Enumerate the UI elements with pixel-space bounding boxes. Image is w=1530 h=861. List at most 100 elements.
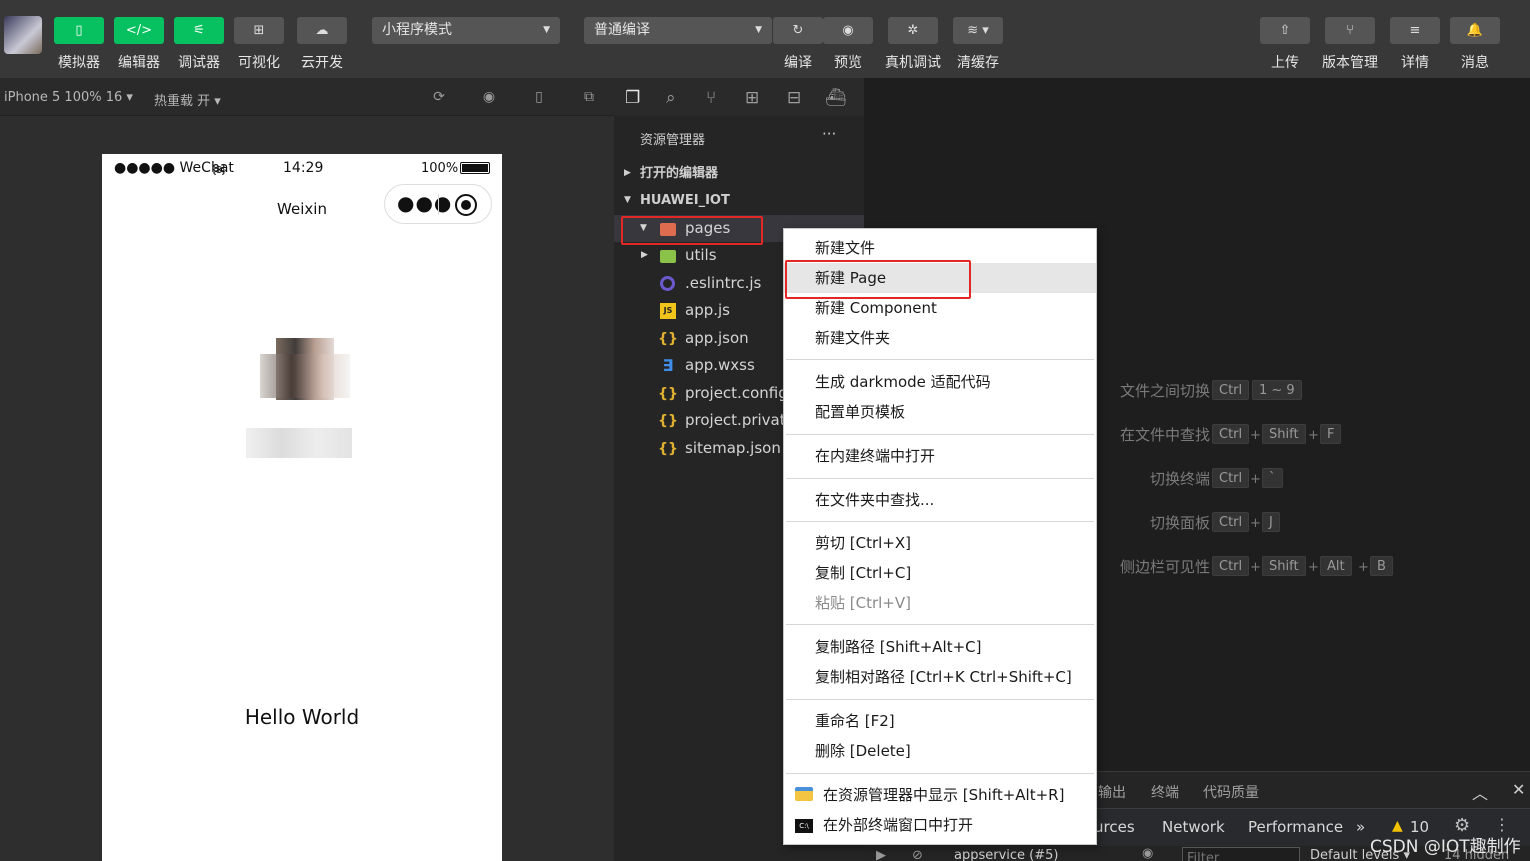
messages-button[interactable]: 🔔 <box>1450 17 1500 44</box>
editor-toggle-button[interactable]: </> <box>114 17 164 44</box>
caret-down-icon: ▼ <box>755 25 762 35</box>
menu-reveal-in-explorer[interactable]: 在资源管理器中显示 [Shift+Alt+R] <box>784 780 1096 810</box>
chevron-right-icon: ▶ <box>641 250 648 260</box>
menu-open-external-terminal[interactable]: 在外部终端窗口中打开 <box>784 810 1096 840</box>
key-backtick: ` <box>1262 468 1283 488</box>
files-icon[interactable]: ❐ <box>625 88 640 108</box>
close-capsule-icon[interactable] <box>455 194 477 216</box>
key-ctrl: Ctrl <box>1212 468 1250 488</box>
key-ctrl: Ctrl <box>1212 556 1250 576</box>
key-ctrl: Ctrl <box>1212 424 1250 444</box>
more-dots-icon[interactable]: ●●● <box>397 191 452 215</box>
key-j: J <box>1262 512 1280 532</box>
menu-paste: 粘贴 [Ctrl+V] <box>815 594 911 612</box>
debugger-toggle-button[interactable]: ⚟ <box>174 17 224 44</box>
menu-copy-relative-path[interactable]: 复制相对路径 [Ctrl+K Ctrl+Shift+C] <box>784 662 1096 692</box>
menu-copy[interactable]: 复制 [Ctrl+C] <box>784 558 1096 588</box>
highlight-pages-box <box>621 216 763 245</box>
compile-button[interactable]: ↻ <box>773 17 823 44</box>
hint-sidebar-visibility: 侧边栏可见性 <box>1119 558 1210 576</box>
tab-sources[interactable]: urces <box>1094 818 1135 836</box>
remote-debug-label: 真机调试 <box>885 55 941 71</box>
chevron-right-icon: ▶ <box>624 168 631 178</box>
hint-find-in-files: 在文件中查找 <box>1119 426 1210 444</box>
explorer-title: 资源管理器 <box>640 133 706 148</box>
menu-cut[interactable]: 剪切 [Ctrl+X] <box>784 528 1096 558</box>
sliders-icon: ⚟ <box>193 23 205 38</box>
remote-debug-button[interactable]: ✲ <box>888 17 938 44</box>
folder-icon <box>660 250 676 263</box>
hint-toggle-terminal: 切换终端 <box>1149 470 1210 488</box>
record-icon[interactable]: ◉ <box>481 89 497 105</box>
preview-label: 预览 <box>834 55 862 71</box>
simulator-toggle-button[interactable]: ▯ <box>54 17 104 44</box>
menu-find-in-folder[interactable]: 在文件夹中查找... <box>784 485 1096 515</box>
cloud-dev-button[interactable]: ☁ <box>297 17 347 44</box>
simulator-toolbar: iPhone 5 100% 16 ▾ 热重载 开 ▾ ⟳ ◉ ▯ ⧉ <box>0 78 614 116</box>
filter-input[interactable] <box>1182 847 1300 861</box>
details-button[interactable]: ≡ <box>1390 17 1440 44</box>
menu-open-terminal[interactable]: 在内建终端中打开 <box>784 441 1096 471</box>
explorer-more-icon[interactable]: ··· <box>822 125 836 143</box>
tab-performance[interactable]: Performance <box>1248 818 1343 836</box>
menu-delete[interactable]: 删除 [Delete] <box>784 736 1096 766</box>
hint-toggle-panel: 切换面板 <box>1149 514 1210 532</box>
eye-icon: ◉ <box>842 23 854 38</box>
sidebar-toggle-icon[interactable]: ▶ <box>876 848 886 861</box>
json-file-icon: {} <box>658 386 678 402</box>
cloud-icon: ☁ <box>315 23 329 38</box>
key-f: F <box>1320 424 1342 444</box>
tab-output[interactable]: 输出 <box>1098 782 1126 802</box>
menu-copy-path[interactable]: 复制路径 [Shift+Alt+C] <box>784 632 1096 662</box>
menu-new-file[interactable]: 新建文件 <box>784 233 1096 263</box>
open-editors-section[interactable]: ▶ 打开的编辑器 <box>614 160 864 187</box>
preview-button[interactable]: ◉ <box>823 17 873 44</box>
extensions-icon[interactable]: ⊞ <box>745 88 759 108</box>
tab-code-quality[interactable]: 代码质量 <box>1203 782 1259 802</box>
tab-network[interactable]: Network <box>1162 818 1225 836</box>
capsule-menu[interactable]: ●●● <box>384 184 492 224</box>
upload-button[interactable]: ⇧ <box>1260 17 1310 44</box>
storage-icon[interactable]: ⊟ <box>787 88 801 108</box>
menu-new-folder[interactable]: 新建文件夹 <box>784 323 1096 353</box>
eye-icon[interactable]: ◉ <box>1142 846 1153 861</box>
close-icon[interactable]: ✕ <box>1512 780 1525 799</box>
hot-reload-select[interactable]: 热重载 开 ▾ <box>154 90 221 109</box>
clear-cache-button[interactable]: ≋ ▾ <box>953 17 1003 44</box>
version-button[interactable]: ⑂ <box>1325 17 1375 44</box>
menu-rename[interactable]: 重命名 [F2] <box>784 706 1096 736</box>
device-select[interactable]: iPhone 5 100% 16 ▾ <box>4 90 133 105</box>
json-file-icon: {} <box>658 331 678 347</box>
messages-label: 消息 <box>1461 55 1489 71</box>
project-section[interactable]: ▼ HUAWEI_IOT <box>614 187 864 214</box>
popout-icon[interactable]: ⧉ <box>581 89 597 105</box>
phone-icon[interactable]: ▯ <box>531 89 547 105</box>
battery-icon <box>460 162 490 174</box>
git-icon[interactable]: ⑂ <box>706 88 716 108</box>
visual-toggle-button[interactable]: ⊞ <box>234 17 284 44</box>
layout-icon: ⊞ <box>253 23 265 38</box>
tab-terminal[interactable]: 终端 <box>1151 782 1179 802</box>
menu-page-template[interactable]: 配置单页模板 <box>784 397 1096 427</box>
status-time: 14:29 <box>283 160 324 176</box>
docker-icon[interactable]: ⛴ <box>825 88 847 108</box>
user-avatar[interactable] <box>4 16 42 54</box>
menu-darkmode[interactable]: 生成 darkmode 适配代码 <box>784 367 1096 397</box>
refresh-icon[interactable]: ⟳ <box>431 89 447 105</box>
search-icon[interactable]: ⌕ <box>666 88 676 108</box>
battery-percent: 100% <box>421 161 459 176</box>
more-tabs-icon[interactable]: » <box>1356 818 1365 836</box>
eslint-icon <box>660 276 675 291</box>
mode-select[interactable]: 小程序模式 ▼ <box>372 17 560 44</box>
key-ctrl: Ctrl <box>1212 512 1250 532</box>
block-icon[interactable]: ⊘ <box>912 848 923 861</box>
wifi-icon: ᯼ <box>212 162 226 177</box>
clear-cache-label: 清缓存 <box>957 55 999 71</box>
context-select[interactable]: appservice (#5) <box>954 848 1058 861</box>
version-label: 版本管理 <box>1322 55 1378 71</box>
compile-select[interactable]: 普通编译 ▼ <box>584 17 772 44</box>
chevron-up-icon[interactable]: ︿ <box>1472 780 1488 804</box>
css-file-icon: ∃ <box>662 356 674 375</box>
upload-label: 上传 <box>1271 55 1299 71</box>
watermark: CSDN @IOT趣制作 <box>1370 837 1521 857</box>
